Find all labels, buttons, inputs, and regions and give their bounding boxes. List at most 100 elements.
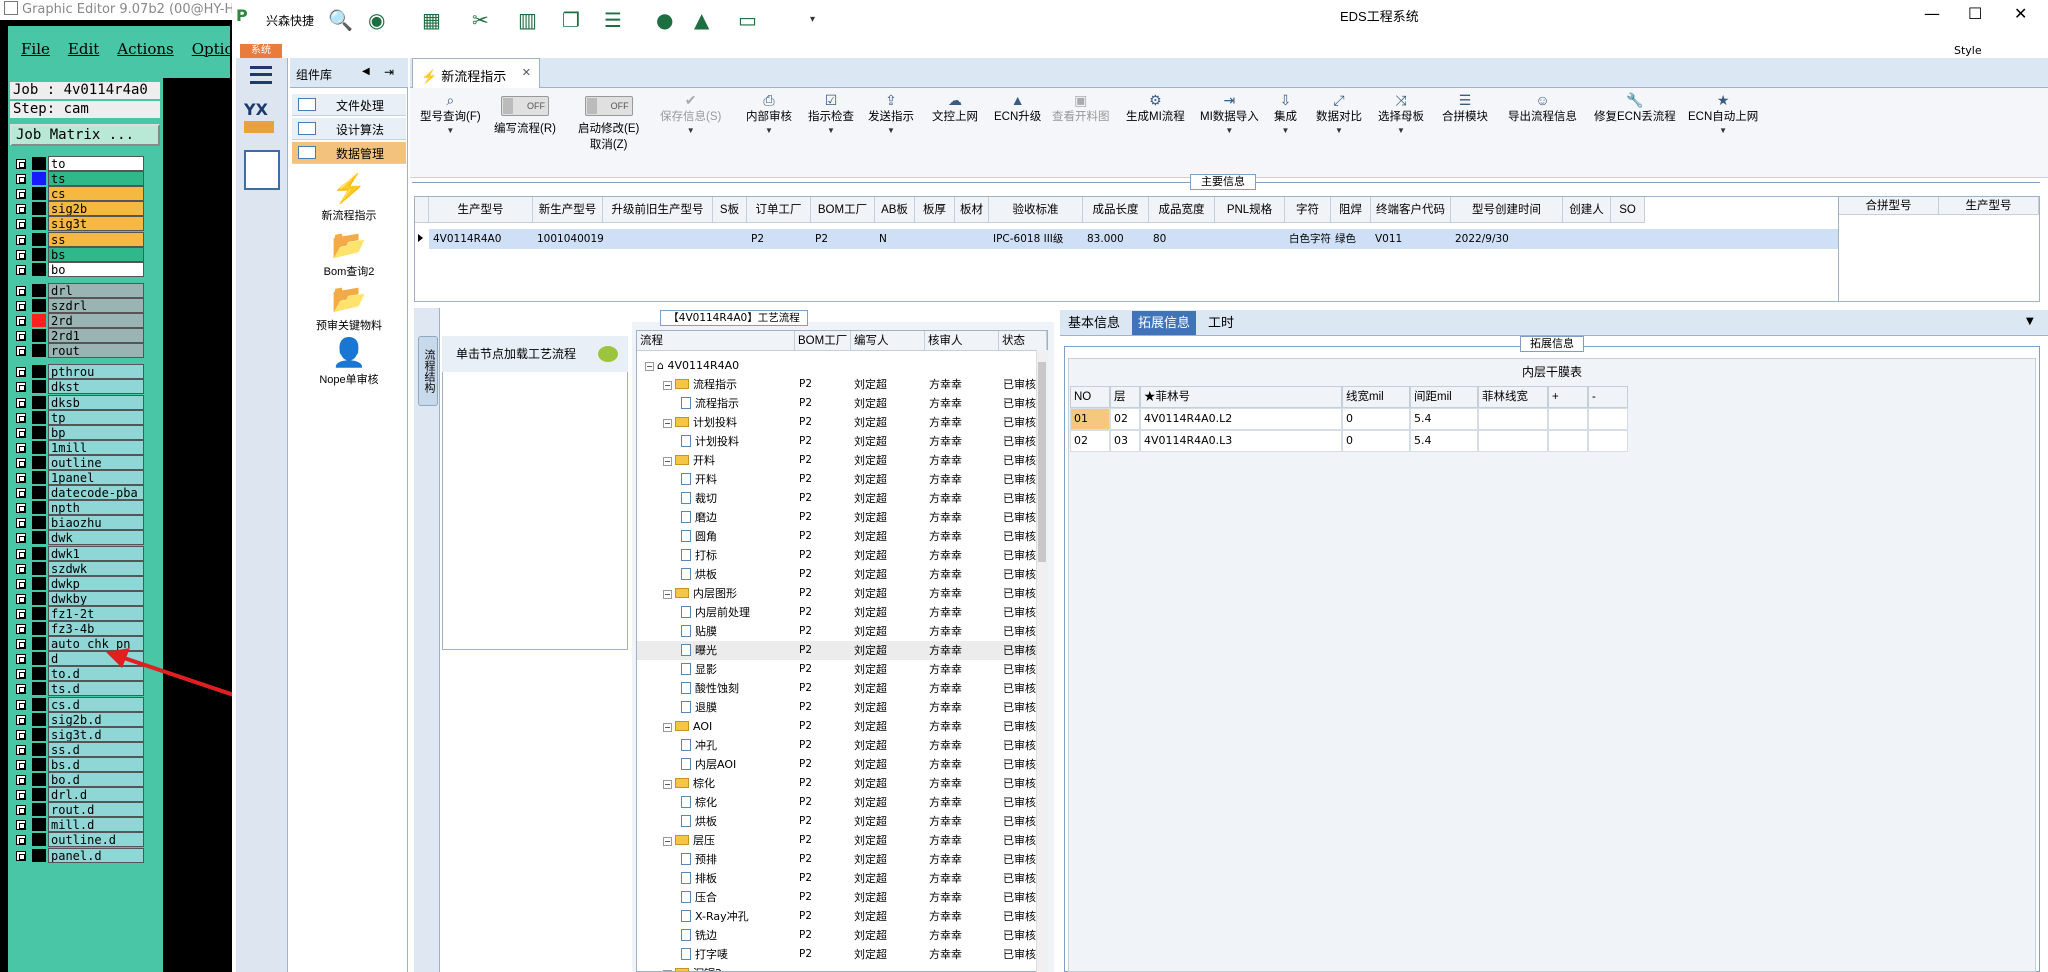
column-header[interactable]: 验收标准 (989, 197, 1083, 223)
scrollbar-thumb[interactable] (1038, 362, 1046, 562)
comp-item-file[interactable]: 文件处理 (292, 94, 406, 116)
layer-checkbox[interactable] (16, 457, 26, 468)
table-cell[interactable]: 02 (1070, 430, 1110, 452)
dropdown-arrow-icon[interactable]: ▼ (420, 126, 481, 135)
tree-row[interactable]: 铣边 P2 刘定超 方幸幸 已审核 (637, 926, 1047, 945)
column-header[interactable]: 生产型号 (429, 197, 533, 223)
layer-row[interactable]: 1panel (12, 470, 162, 485)
layer-row[interactable]: bs.d (12, 756, 162, 772)
tree-row[interactable]: 裁切 P2 刘定超 方幸幸 已审核 (637, 489, 1047, 508)
ribbon-button-compare[interactable]: ⤢ 数据对比 ▼ (1316, 92, 1362, 135)
column-header[interactable]: BOM工厂 (795, 331, 851, 351)
layer-row[interactable]: dksb (12, 394, 162, 410)
table-cell[interactable]: 02 (1110, 408, 1140, 430)
layer-checkbox[interactable] (16, 412, 26, 423)
dropdown-arrow-icon[interactable]: ▼ (1274, 126, 1297, 135)
layer-row[interactable]: fz3-4b (12, 621, 162, 636)
layer-checkbox[interactable] (16, 835, 26, 846)
copy-icon[interactable]: ❐ (562, 8, 580, 32)
tree-row[interactable]: 磨边 P2 刘定超 方幸幸 已审核 (637, 508, 1047, 527)
tree-node[interactable]: − 层压 (663, 831, 715, 850)
tree-row[interactable]: − 流程指示 P2 刘定超 方幸幸 已审核 (637, 375, 1047, 394)
list-icon[interactable]: ☰ (604, 8, 622, 32)
tree-row[interactable]: 打字唛 P2 刘定超 方幸幸 已审核 (637, 945, 1047, 964)
layer-checkbox[interactable] (16, 714, 26, 725)
layer-row[interactable]: to (12, 156, 162, 171)
column-header[interactable]: 间距mil (1410, 386, 1478, 408)
dropdown-arrow-icon[interactable]: ▼ (868, 126, 914, 135)
close-tab-icon[interactable]: ✕ (522, 66, 531, 79)
tab-new-process[interactable]: ⚡ 新流程指示 ✕ (412, 58, 540, 88)
layer-name[interactable]: bo (48, 261, 144, 277)
tree-row[interactable]: 内层AOI P2 刘定超 方幸幸 已审核 (637, 755, 1047, 774)
column-header[interactable]: SO (1611, 197, 1645, 223)
tree-node[interactable]: 显影 (681, 660, 717, 679)
tree-row[interactable]: 计划投料 P2 刘定超 方幸幸 已审核 (637, 432, 1047, 451)
layer-row[interactable]: fz1-2t (12, 605, 162, 621)
layer-name[interactable]: outline (48, 454, 144, 470)
layer-name[interactable]: drl (48, 282, 144, 298)
grid-cell[interactable]: P2 (815, 231, 875, 247)
layer-name[interactable]: ts (48, 171, 144, 187)
tool-pre-review[interactable]: 📂 预审关键物料 (292, 282, 406, 333)
tree-row[interactable]: 排板 P2 刘定超 方幸幸 已审核 (637, 869, 1047, 888)
tree-row[interactable]: 显影 P2 刘定超 方幸幸 已审核 (637, 660, 1047, 679)
layer-name[interactable]: outline.d (48, 832, 144, 848)
tree-row[interactable]: 退膜 P2 刘定超 方幸幸 已审核 (637, 698, 1047, 717)
ribbon-button-print[interactable]: ⎙ 内部审核 ▼ (746, 92, 792, 135)
tree-node[interactable]: − 流程指示 (663, 375, 737, 394)
layer-checkbox[interactable] (16, 790, 26, 801)
layer-name[interactable]: bs.d (48, 756, 144, 772)
dropdown-arrow-icon[interactable]: ▼ (1378, 126, 1424, 135)
layer-checkbox[interactable] (16, 518, 26, 529)
layer-row[interactable]: datecode-pba (12, 485, 162, 501)
menu-file[interactable]: File (12, 40, 59, 58)
layer-row[interactable]: bo.d (12, 772, 162, 787)
table-cell[interactable]: 4V0114R4A0.L2 (1140, 408, 1342, 430)
layer-name[interactable]: to (48, 156, 144, 171)
layer-row[interactable]: ss.d (12, 741, 162, 757)
layer-checkbox[interactable] (16, 264, 26, 275)
column-header[interactable]: S板 (713, 197, 747, 223)
layer-name[interactable]: dwk (48, 530, 144, 546)
column-header[interactable]: 新生产型号 (533, 197, 603, 223)
layer-checkbox[interactable] (16, 608, 26, 619)
layer-row[interactable]: drl.d (12, 787, 162, 803)
tree-row[interactable]: −沉铜2 (637, 964, 1047, 971)
layer-row[interactable]: 2rd1 (12, 328, 162, 344)
table-cell[interactable] (1548, 408, 1588, 430)
ribbon-button-shuffle[interactable]: ⤨ 选择母板 ▼ (1378, 92, 1424, 135)
tree-node[interactable]: 冲孔 (681, 736, 717, 755)
tree-row[interactable]: − 内层图形 P2 刘定超 方幸幸 已审核 (637, 584, 1047, 603)
table-cell[interactable] (1588, 408, 1628, 430)
layer-checkbox[interactable] (16, 249, 26, 260)
table-cell[interactable]: 4V0114R4A0.L3 (1140, 430, 1342, 452)
table-cell[interactable] (1478, 430, 1548, 452)
user-icon[interactable]: ● (656, 8, 673, 32)
layer-checkbox[interactable] (16, 805, 26, 816)
layer-checkbox[interactable] (16, 548, 26, 559)
layer-checkbox[interactable] (16, 503, 26, 514)
ribbon-button-star[interactable]: ★ ECN自动上网 ▼ (1688, 92, 1758, 135)
tree-node[interactable]: − 内层图形 (663, 584, 737, 603)
tree-row[interactable]: 酸性蚀刻 P2 刘定超 方幸幸 已审核 (637, 679, 1047, 698)
layer-checkbox[interactable] (16, 316, 26, 326)
tree-node[interactable]: 开料 (681, 470, 717, 489)
dropdown-arrow-icon[interactable]: ▼ (1200, 126, 1259, 135)
dropdown-arrow-icon[interactable]: ▼ (1688, 126, 1758, 135)
layer-checkbox[interactable] (16, 219, 26, 230)
tree-row[interactable]: − 计划投料 P2 刘定超 方幸幸 已审核 (637, 413, 1047, 432)
scissors-icon[interactable]: ✂ (472, 8, 489, 32)
tree-node[interactable]: 烘板 (681, 565, 717, 584)
layer-row[interactable]: bp (12, 424, 162, 440)
tree-node[interactable]: 烘板 (681, 812, 717, 831)
collapse-icon[interactable]: − (663, 590, 672, 599)
job-matrix-button[interactable]: Job Matrix ... (10, 124, 160, 146)
tree-node[interactable]: 流程指示 (681, 394, 739, 413)
layer-name[interactable]: fz1-2t (48, 605, 144, 621)
collapse-icon[interactable]: − (663, 419, 672, 428)
column-header[interactable]: 合拼型号 (1839, 197, 1939, 215)
tree-row[interactable]: 曝光 P2 刘定超 方幸幸 已审核 (637, 641, 1047, 660)
grid-cell[interactable] (1567, 231, 1611, 247)
grid-cell[interactable]: 4V0114R4A0 (433, 231, 533, 247)
